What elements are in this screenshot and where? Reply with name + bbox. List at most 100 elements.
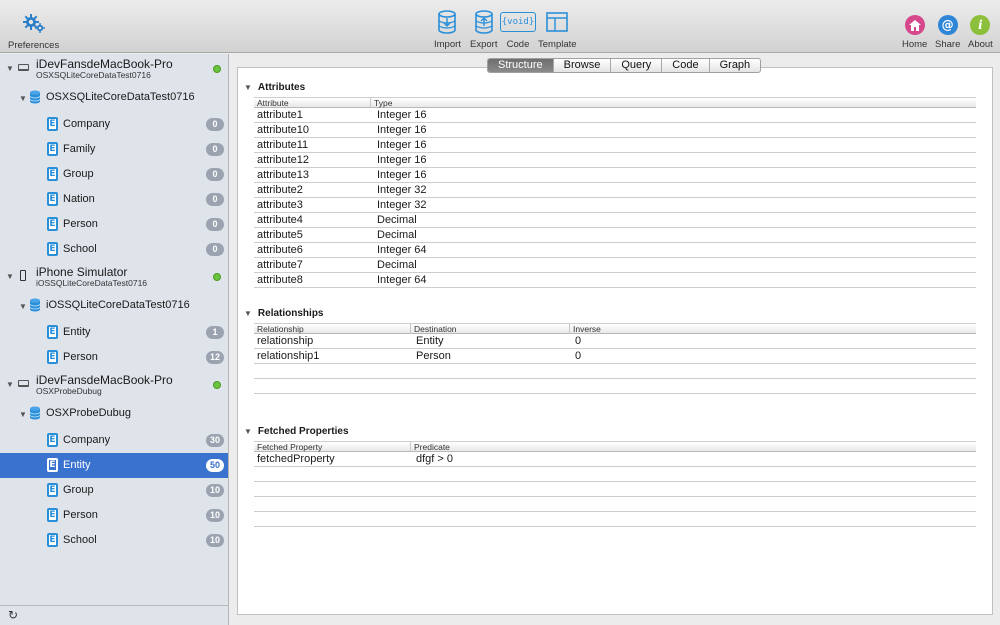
- record-count-badge: 12: [205, 351, 224, 364]
- disclosure-triangle-icon[interactable]: ▼: [244, 309, 252, 318]
- column-header-predicate[interactable]: Predicate: [410, 442, 450, 452]
- column-header-attribute[interactable]: Attribute: [254, 98, 289, 108]
- table-row[interactable]: attribute6 Integer 64: [254, 243, 976, 258]
- entity-name: Person: [63, 218, 98, 230]
- table-cell: attribute6: [257, 244, 303, 256]
- sidebar-entity-group[interactable]: E Group 10: [0, 478, 228, 503]
- table-cell: attribute12: [257, 154, 309, 166]
- status-online-icon: [213, 65, 221, 73]
- tab-code[interactable]: Code: [661, 59, 708, 72]
- refresh-icon[interactable]: ↻: [8, 608, 18, 622]
- preferences-label: Preferences: [8, 40, 60, 51]
- database-export-icon: [472, 10, 496, 34]
- column-header-inverse[interactable]: Inverse: [569, 324, 601, 334]
- table-row[interactable]: attribute4 Decimal: [254, 213, 976, 228]
- column-header-type[interactable]: Type: [370, 98, 392, 108]
- disclosure-triangle-icon[interactable]: ▼: [19, 410, 27, 419]
- template-label: Template: [538, 39, 577, 50]
- database-icon: [29, 90, 41, 107]
- sidebar-entity-person[interactable]: E Person 10: [0, 503, 228, 528]
- empty-row: [254, 467, 976, 482]
- database-name: iOSSQLiteCoreDataTest0716: [46, 299, 190, 311]
- table-cell: Integer 16: [377, 109, 427, 121]
- table-cell: relationship: [257, 335, 314, 347]
- table-row[interactable]: relationship Entity 0: [254, 334, 976, 349]
- gears-icon: [22, 12, 46, 36]
- table-row[interactable]: attribute3 Integer 32: [254, 198, 976, 213]
- entity-name: Person: [63, 509, 98, 521]
- disclosure-triangle-icon[interactable]: ▼: [19, 94, 27, 103]
- column-header-relationship[interactable]: Relationship: [254, 324, 304, 334]
- database-name: OSXProbeDubug: [46, 407, 131, 419]
- disclosure-triangle-icon[interactable]: ▼: [6, 380, 14, 389]
- table-row[interactable]: attribute11 Integer 16: [254, 138, 976, 153]
- share-button[interactable]: @ Share: [935, 15, 960, 50]
- import-button[interactable]: Import: [434, 10, 461, 50]
- table-cell: Person: [416, 350, 451, 362]
- tab-graph[interactable]: Graph: [708, 59, 761, 72]
- table-row[interactable]: relationship1 Person 0: [254, 349, 976, 364]
- table-row[interactable]: attribute13 Integer 16: [254, 168, 976, 183]
- database-row[interactable]: ▼ OSXSQLiteCoreDataTest0716: [0, 85, 228, 110]
- device-row[interactable]: ▼ iDevFansdeMacBook-Pro OSXProbeDubug: [0, 370, 228, 399]
- sidebar-entity-school[interactable]: E School 10: [0, 528, 228, 553]
- device-row[interactable]: ▼ iPhone Simulator iOSSQLiteCoreDataTest07…: [0, 262, 228, 291]
- device-subtitle: OSXSQLiteCoreDataTest0716: [36, 70, 151, 80]
- fetched-properties-section-header[interactable]: ▼ Fetched Properties: [244, 426, 349, 437]
- column-header-destination[interactable]: Destination: [410, 324, 457, 334]
- tab-structure[interactable]: Structure: [488, 59, 553, 72]
- table-cell: fetchedProperty: [257, 453, 335, 465]
- table-cell: attribute4: [257, 214, 303, 226]
- about-icon-glyph: i: [970, 15, 991, 35]
- table-row[interactable]: fetchedProperty dfgf > 0: [254, 452, 976, 467]
- table-row[interactable]: attribute5 Decimal: [254, 228, 976, 243]
- disclosure-triangle-icon[interactable]: ▼: [6, 64, 14, 73]
- tab-query[interactable]: Query: [610, 59, 661, 72]
- table-cell: 0: [575, 335, 582, 347]
- table-cell: 0: [575, 350, 582, 362]
- sidebar-entity-person[interactable]: E Person 12: [0, 345, 228, 370]
- code-button[interactable]: {void} Code: [499, 10, 537, 50]
- tab-browse[interactable]: Browse: [552, 59, 611, 72]
- table-row[interactable]: attribute12 Integer 16: [254, 153, 976, 168]
- disclosure-triangle-icon[interactable]: ▼: [19, 302, 27, 311]
- table-row[interactable]: attribute2 Integer 32: [254, 183, 976, 198]
- database-row[interactable]: ▼ iOSSQLiteCoreDataTest0716: [0, 293, 228, 318]
- entity-icon: E: [47, 192, 58, 206]
- sidebar-entity-entity[interactable]: E Entity 50: [0, 453, 228, 478]
- empty-row: [254, 512, 976, 527]
- view-tabs: Structure Browse Query Code Graph: [487, 58, 762, 73]
- relationships-section-header[interactable]: ▼ Relationships: [244, 308, 324, 319]
- relationships-title: Relationships: [257, 308, 324, 319]
- home-button[interactable]: Home: [902, 15, 927, 50]
- database-row[interactable]: ▼ OSXProbeDubug: [0, 401, 228, 426]
- sidebar-entity-family[interactable]: E Family 0: [0, 137, 228, 162]
- preferences-button[interactable]: Preferences: [8, 12, 59, 51]
- device-row[interactable]: ▼ iDevFansdeMacBook-Pro OSXSQLiteCoreDataT…: [0, 54, 228, 83]
- column-header-fetched-property[interactable]: Fetched Property: [254, 442, 322, 452]
- export-button[interactable]: Export: [470, 10, 497, 50]
- sidebar-entity-company[interactable]: E Company 0: [0, 112, 228, 137]
- database-name: OSXSQLiteCoreDataTest0716: [46, 91, 195, 103]
- table-row[interactable]: attribute10 Integer 16: [254, 123, 976, 138]
- table-row[interactable]: attribute7 Decimal: [254, 258, 976, 273]
- sidebar-entity-group[interactable]: E Group 0: [0, 162, 228, 187]
- table-cell: Integer 16: [377, 124, 427, 136]
- disclosure-triangle-icon[interactable]: ▼: [6, 272, 14, 281]
- disclosure-triangle-icon[interactable]: ▼: [244, 83, 252, 92]
- sidebar-entity-nation[interactable]: E Nation 0: [0, 187, 228, 212]
- fetched-properties-table: Fetched Property Predicate fetchedProper…: [254, 441, 976, 527]
- sidebar-entity-entity[interactable]: E Entity 1: [0, 320, 228, 345]
- about-button[interactable]: i About: [968, 15, 993, 50]
- sidebar-entity-company[interactable]: E Company 30: [0, 428, 228, 453]
- disclosure-triangle-icon[interactable]: ▼: [244, 427, 252, 436]
- attributes-table-header: Attribute Type: [254, 97, 976, 108]
- template-button[interactable]: Template: [538, 10, 577, 50]
- sidebar-entity-school[interactable]: E School 0: [0, 237, 228, 262]
- table-row[interactable]: attribute8 Integer 64: [254, 273, 976, 288]
- database-icon: [29, 406, 41, 423]
- record-count-badge: 0: [206, 243, 224, 256]
- sidebar-entity-person[interactable]: E Person 0: [0, 212, 228, 237]
- attributes-section-header[interactable]: ▼ Attributes: [244, 82, 305, 93]
- table-row[interactable]: attribute1 Integer 16: [254, 108, 976, 123]
